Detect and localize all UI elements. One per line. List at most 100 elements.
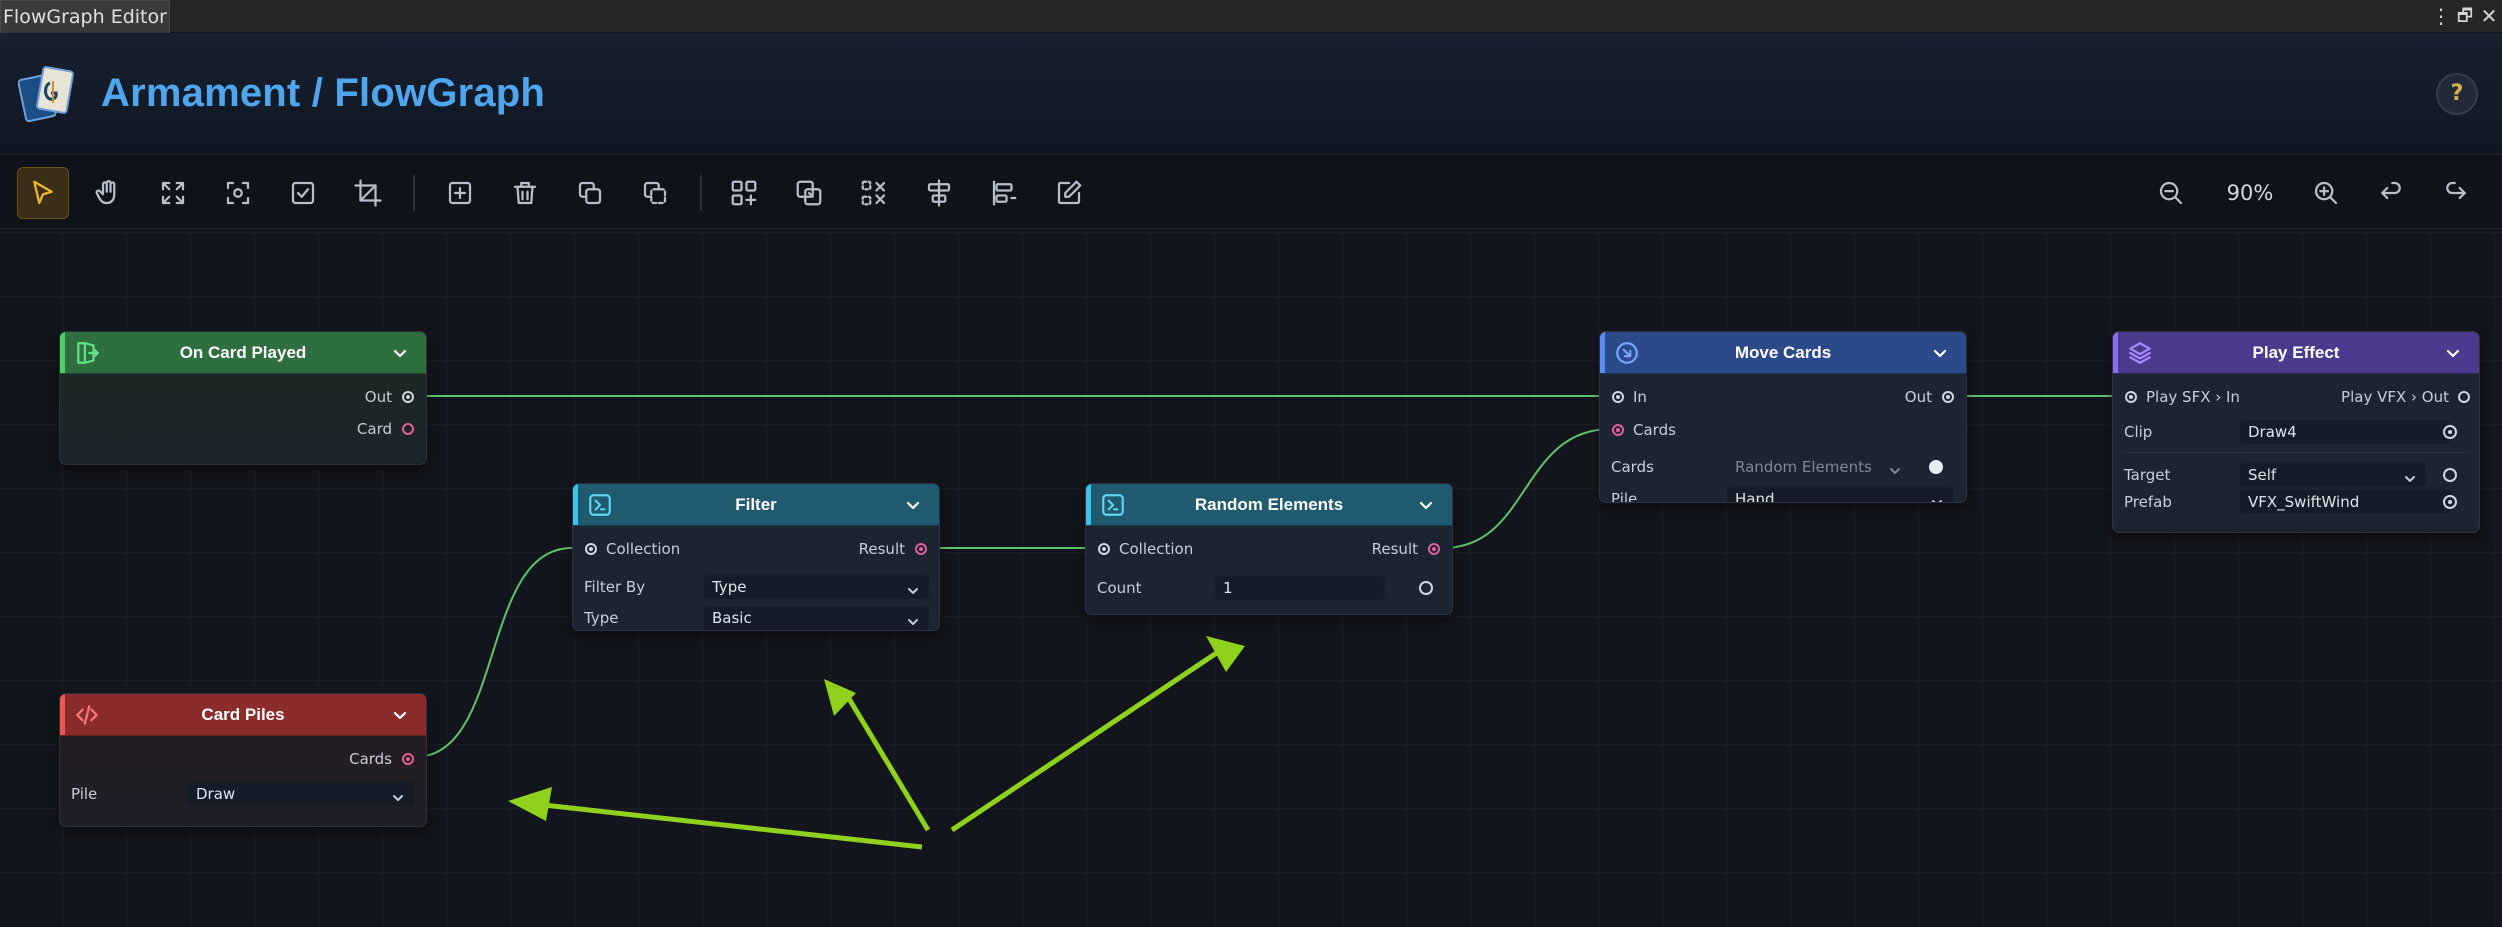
wire-cards-to-filter [414,547,573,758]
clip-field[interactable]: Draw4 [2240,420,2450,444]
edit-button[interactable] [1043,167,1095,219]
node-on-card-played[interactable]: On Card Played Out Card [59,331,427,465]
delete-button[interactable] [499,167,551,219]
hand-icon [95,180,116,205]
circle-icon[interactable] [2443,468,2457,482]
target-dropdown[interactable]: Self [2240,463,2426,487]
output-port[interactable] [402,391,414,403]
cards-source-dropdown[interactable]: Random Elements [1727,455,1911,479]
grid-remove-icon [861,180,886,206]
field-label: Pile [71,785,98,803]
input-port[interactable] [585,543,597,555]
node-title: Random Elements [1194,495,1344,514]
align-icon [927,179,951,207]
remove-group-button[interactable] [848,167,900,219]
input-port[interactable] [2125,391,2137,403]
focus-selection-button[interactable] [212,167,264,219]
grid-add-icon [731,180,757,206]
zoom-in-button[interactable] [2300,167,2352,219]
port-row: Collection Result [573,534,939,564]
undo-icon [2381,181,2401,200]
port-label: Out [364,388,392,406]
copy-button[interactable] [629,167,681,219]
chevron-down-icon[interactable] [1418,497,1434,513]
port-row: Play SFX › In Play VFX › Out [2113,382,2479,412]
zoom-level: 90% [2226,181,2274,205]
toolbar-divider [700,175,702,211]
count-input[interactable]: 1 [1215,576,1385,600]
zoom-out-button[interactable] [2145,167,2197,219]
plus-square-icon [448,181,472,205]
node-filter[interactable]: Filter Collection Result Filter By Type … [572,483,940,631]
graph-canvas[interactable]: On Card Played Out Card Card Piles Cards… [0,230,2502,927]
output-port[interactable] [1942,391,1954,403]
chevron-down-icon [2404,468,2416,482]
copy-dashed-icon [643,181,667,205]
input-port[interactable] [1612,391,1624,403]
redo-button[interactable] [2430,167,2482,219]
connected-dot-icon[interactable] [1929,460,1943,474]
port-label: Cards [1633,421,1676,439]
cursor-icon [33,180,53,205]
node-play-effect[interactable]: Play Effect Play SFX › In Play VFX › Out… [2112,331,2480,533]
node-title: Move Cards [1734,343,1832,362]
port-label: Result [1371,540,1418,558]
redo-icon [2446,181,2466,200]
chevron-down-icon[interactable] [392,707,408,723]
align-button[interactable] [913,167,965,219]
field-row-type: Type Basic [573,603,939,630]
window-tab[interactable]: FlowGraph Editor [0,0,170,33]
port-label: Play SFX › In [2146,388,2240,406]
output-port[interactable] [402,753,414,765]
chevron-down-icon[interactable] [905,497,921,513]
more-options-icon[interactable]: ⋮ [2428,2,2454,30]
output-port[interactable] [915,543,927,555]
toolbar-divider [413,175,415,211]
object-picker-icon[interactable] [2443,425,2457,439]
chevron-down-icon [907,580,919,594]
output-port[interactable] [1428,543,1440,555]
annotation-arrows [508,636,1245,850]
port-row-card: Card [60,414,426,444]
help-button[interactable]: ? [2436,73,2478,115]
filter-by-dropdown[interactable]: Type [704,575,929,599]
maximize-icon[interactable]: 🗗 [2452,2,2478,30]
prefab-field[interactable]: VFX_SwiftWind [2240,490,2450,514]
input-port[interactable] [1098,543,1110,555]
node-card-piles[interactable]: Card Piles Cards Pile Draw [59,693,427,827]
field-label: Clip [2124,423,2153,441]
select-all-button[interactable] [277,167,329,219]
fit-view-button[interactable] [147,167,199,219]
object-picker-icon[interactable] [2443,495,2457,509]
duplicate-button[interactable] [564,167,616,219]
pile-dropdown[interactable]: Hand [1727,487,1953,502]
distribute-button[interactable] [978,167,1030,219]
node-move-cards[interactable]: Move Cards In Out Cards Cards Random Ele… [1599,331,1967,503]
undo-button[interactable] [2365,167,2417,219]
chevron-down-icon[interactable] [2445,345,2461,361]
chevron-down-icon[interactable] [1932,345,1948,361]
select-tool-button[interactable] [17,167,69,219]
field-row-target: Target Self [2113,460,2479,490]
chevron-down-icon[interactable] [392,345,408,361]
field-row-prefab: Prefab VFX_SwiftWind [2113,487,2479,517]
add-node-button[interactable] [434,167,486,219]
close-icon[interactable]: ✕ [2476,2,2502,30]
ungroup-button[interactable] [783,167,835,219]
node-title: Card Piles [201,705,285,724]
pile-dropdown[interactable]: Draw [188,782,414,806]
edit-icon [1057,180,1082,205]
output-port[interactable] [402,423,414,435]
type-dropdown[interactable]: Basic [704,606,929,630]
pan-tool-button[interactable] [82,167,134,219]
output-port[interactable] [2458,391,2470,403]
window-titlebar: FlowGraph Editor ⋮ 🗗 ✕ [0,0,2502,33]
field-label: Filter By [584,578,646,596]
crop-button[interactable] [342,167,394,219]
focus-icon [226,181,250,205]
input-port[interactable] [1612,424,1624,436]
port-row-cards: Cards [1600,415,1966,445]
circle-icon[interactable] [1419,581,1433,595]
group-button[interactable] [718,167,770,219]
node-random-elements[interactable]: Random Elements Collection Result Count … [1085,483,1453,615]
